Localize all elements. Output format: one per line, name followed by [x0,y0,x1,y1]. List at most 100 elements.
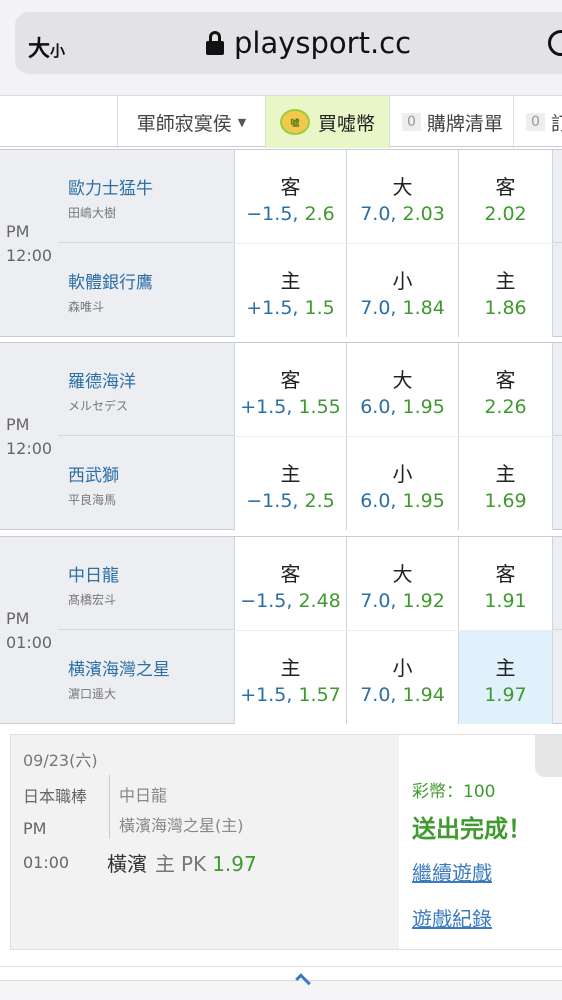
moneyline-bet-cell-selected[interactable]: 主 1.97 [458,631,553,724]
total-bet-cell[interactable]: 大 6.0, 1.95 [346,343,458,436]
spread-side: 主 [280,269,301,293]
team-name[interactable]: 歐力士猛牛 [68,174,153,199]
spread-bet-cell[interactable]: 主 +1.5, 1.5 [234,244,346,337]
moneyline-odds: 2.26 [484,396,527,418]
game-ampm: PM [6,222,30,241]
spread-odds: 1.5 [304,297,335,319]
spread-odds: 2.48 [298,590,341,612]
total-odds: 1.84 [402,297,445,319]
pitcher-name: メルセデス [68,399,129,413]
url-display[interactable]: playsport.cc [206,26,411,60]
moneyline-side: 客 [495,562,516,586]
total-line: 6.0, [360,396,397,418]
total-odds: 1.94 [402,684,445,706]
total-bet-cell[interactable]: 小 7.0, 1.94 [346,631,458,724]
spread-bet-cell[interactable]: 客 −1.5, 2.6 [234,150,346,243]
home-team-row: 横濱海灣之星 濵口遥大 主 +1.5, 1.57 小 7.0, 1.94 主 1.97 [58,631,562,724]
away-team-row: 羅德海洋 メルセデス 客 +1.5, 1.55 大 6.0, 1.95 客 2.26 [58,343,562,436]
total-bet-cell[interactable]: 小 6.0, 1.95 [346,437,458,530]
bet-confirmation-panel: 09/23(六) 日本職棒 PM 01:00 中日龍 橫濱海灣之星(主) 橫濱主… [10,734,562,950]
game-clock: 12:00 [6,439,53,458]
team-name[interactable]: 羅德海洋 [68,367,136,392]
spread-odds: 2.5 [304,490,335,512]
order-button[interactable]: 0 訂 [513,96,562,148]
order-count: 0 [526,113,545,131]
confirm-home-team: 橫濱海灣之星(主) [119,816,244,835]
judge-dropdown[interactable]: 軍師寂寞侯 ▼ [117,96,265,148]
moneyline-bet-cell[interactable]: 客 2.02 [458,150,553,243]
moneyline-bet-cell[interactable]: 主 1.69 [458,437,553,530]
total-side: 小 [392,462,413,486]
spread-side: 主 [280,656,301,680]
total-odds: 1.95 [402,490,445,512]
total-bet-cell[interactable]: 大 7.0, 2.03 [346,150,458,243]
team-name[interactable]: 西武獅 [68,461,119,486]
away-team-row: 歐力士猛牛 田嶋大樹 客 −1.5, 2.6 大 7.0, 2.03 客 2.02 [58,150,562,243]
game-time: PM 01:00 [6,607,52,655]
moneyline-odds: 1.86 [484,297,527,319]
spread-side: 客 [280,368,301,392]
game-clock: 01:00 [6,633,53,652]
away-team-row: 中日龍 髙橋宏斗 客 −1.5, 2.48 大 7.0, 1.92 客 1.91 [58,537,562,630]
confirm-league: 日本職棒 [23,787,88,806]
pick-odds: 1.97 [212,852,257,876]
spread-bet-cell[interactable]: 主 +1.5, 1.57 [234,631,346,724]
confirm-away-team: 中日龍 [119,786,168,805]
spread-side: 主 [280,462,301,486]
share-icon[interactable] [295,973,311,989]
total-line: 7.0, [360,203,397,225]
buy-coins-button[interactable]: 噓 買噓幣 [265,96,389,148]
purchase-list-button[interactable]: 0 購牌清單 [389,96,513,148]
game-time: PM 12:00 [6,413,52,461]
text-size-button[interactable]: 大小 [28,31,65,63]
moneyline-side: 客 [495,175,516,199]
pick-team: 橫濱 [107,852,147,876]
pitcher-name: 濵口遥大 [68,687,117,701]
spread-line: −1.5, [246,203,299,225]
spread-side: 客 [280,175,301,199]
pitcher-name: 髙橋宏斗 [68,593,117,607]
total-odds: 2.03 [402,203,445,225]
spread-line: −1.5, [240,590,293,612]
purchase-list-label: 購牌清單 [426,112,503,135]
coin-icon: 噓 [279,109,310,135]
moneyline-bet-cell[interactable]: 客 2.26 [458,343,553,436]
total-bet-cell[interactable]: 小 7.0, 1.84 [346,244,458,337]
close-tab[interactable] [535,735,562,777]
total-side: 大 [392,368,413,392]
pick-side: 主 [155,852,175,876]
text-size-small-label: 小 [50,42,66,60]
moneyline-bet-cell[interactable]: 主 1.86 [458,244,553,337]
spread-bet-cell[interactable]: 客 −1.5, 2.48 [234,537,346,630]
purchase-list-count: 0 [402,113,421,131]
moneyline-bet-cell[interactable]: 客 1.91 [458,537,553,630]
browser-bottom-bar [0,973,562,1000]
spread-line: −1.5, [246,490,299,512]
confirm-status-area: 彩幣：100 送出完成！ 繼續遊戲 遊戲紀錄 [399,735,562,949]
pick-type: PK [181,852,207,876]
moneyline-odds: 1.69 [484,490,527,512]
total-bet-cell[interactable]: 大 7.0, 1.92 [346,537,458,630]
divider [109,775,110,839]
lock-icon [206,31,224,55]
game-record-link[interactable]: 遊戲紀錄 [412,903,492,932]
moneyline-odds: 1.97 [484,684,527,706]
moneyline-side: 客 [495,368,516,392]
home-team-row: 西武獅 平良海馬 主 −1.5, 2.5 小 6.0, 1.95 主 1.69 [58,437,562,530]
total-line: 7.0, [360,590,397,612]
spread-bet-cell[interactable]: 客 +1.5, 1.55 [234,343,346,436]
spread-line: +1.5, [240,684,293,706]
spread-side: 客 [280,562,301,586]
order-label: 訂 [550,112,562,135]
pitcher-name: 田嶋大樹 [68,206,117,220]
text-size-big-label: 大 [28,37,51,62]
moneyline-odds: 1.91 [484,590,527,612]
continue-game-link[interactable]: 繼續遊戲 [412,857,492,886]
spread-odds: 1.57 [298,684,341,706]
total-side: 小 [392,269,413,293]
team-name[interactable]: 軟體銀行鷹 [68,268,153,293]
caret-down-icon: ▼ [237,115,247,129]
team-name[interactable]: 横濱海灣之星 [68,655,170,680]
team-name[interactable]: 中日龍 [68,561,119,586]
spread-bet-cell[interactable]: 主 −1.5, 2.5 [234,437,346,530]
